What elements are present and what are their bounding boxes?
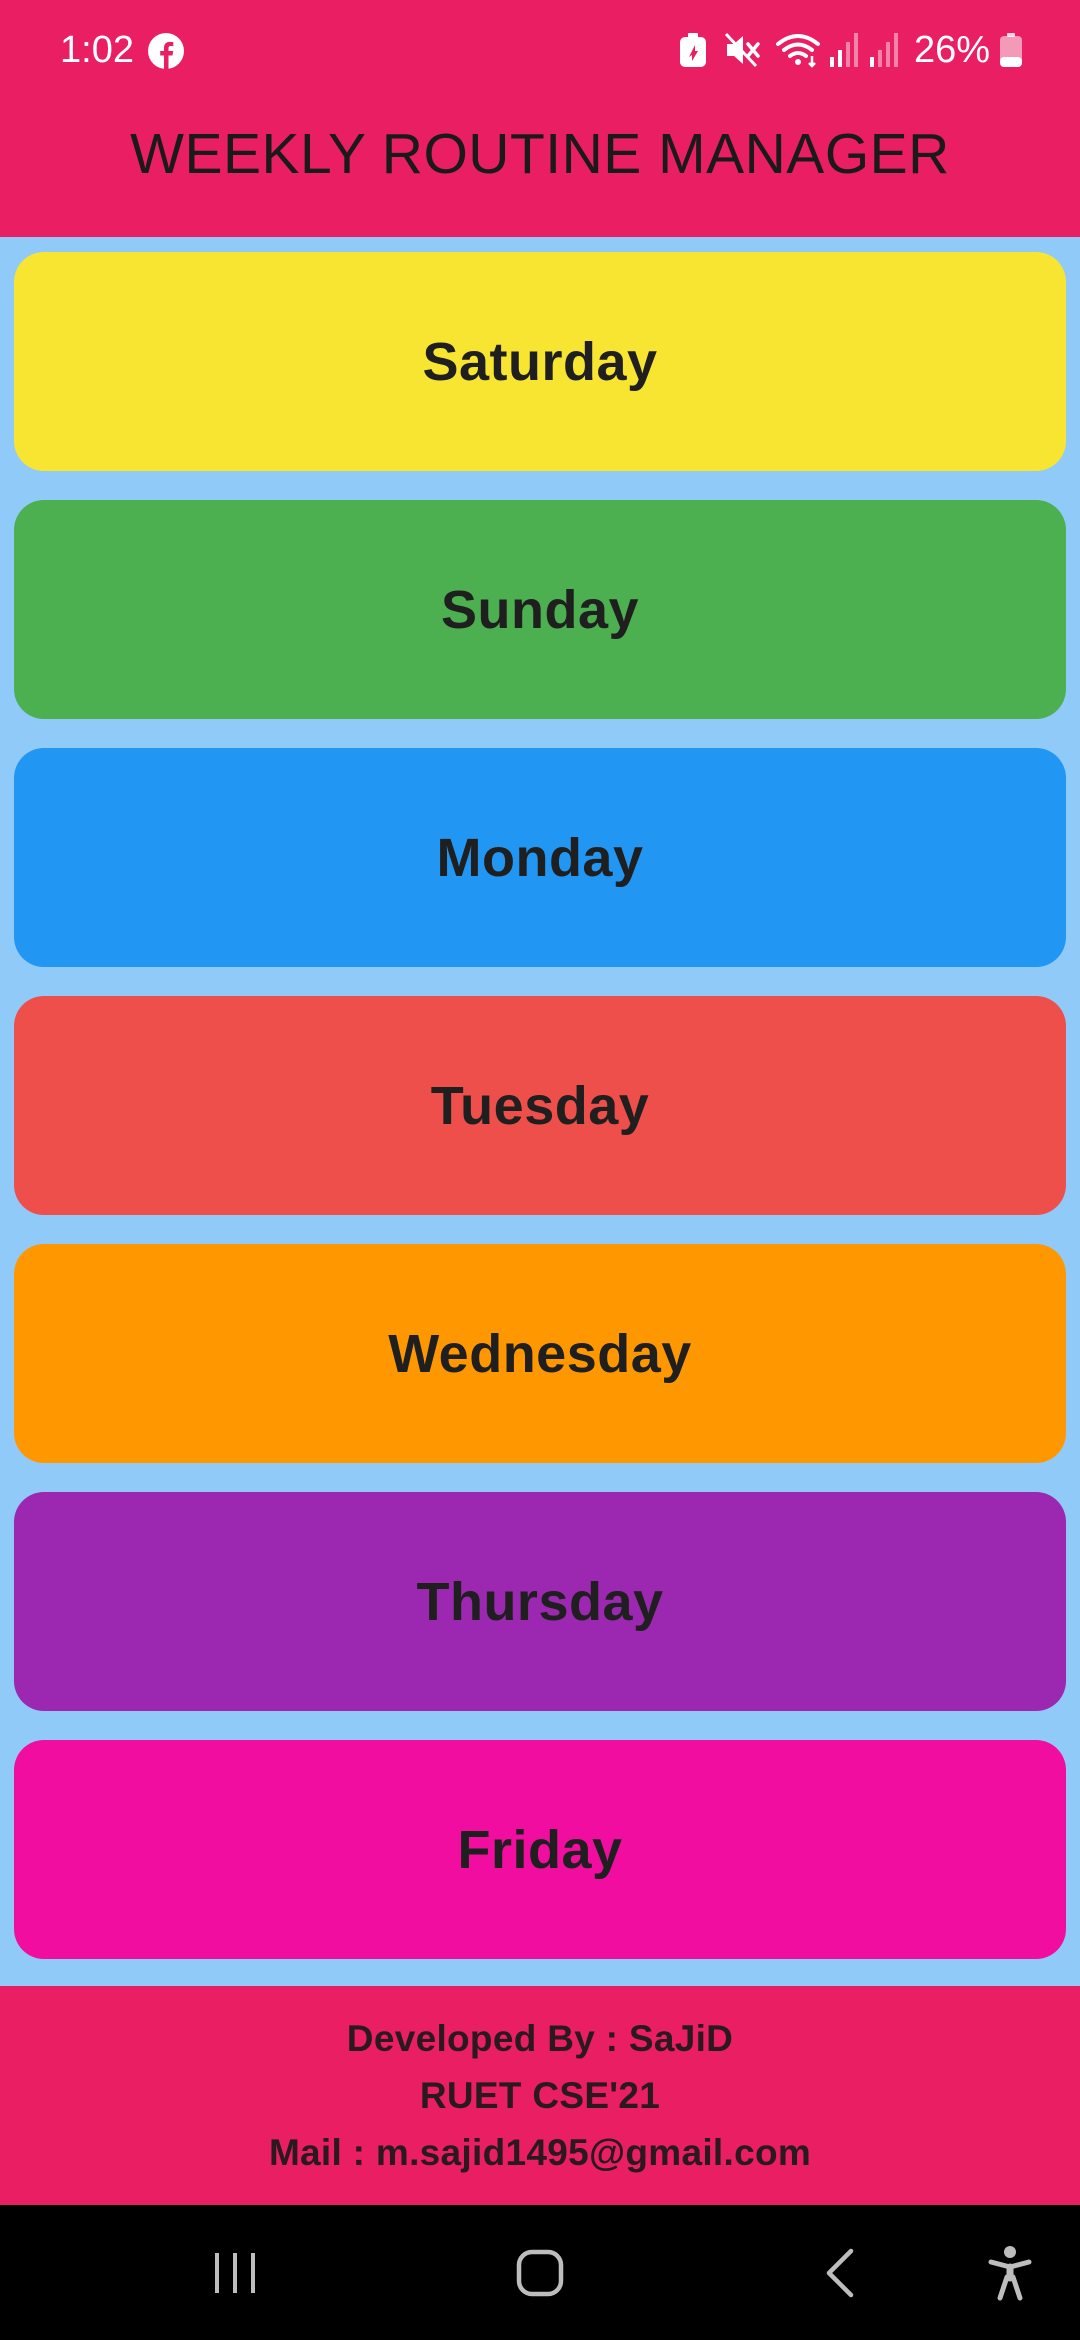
navigation-bar (0, 2205, 1080, 2340)
accessibility-icon[interactable] (975, 2205, 1045, 2340)
day-button-thursday[interactable]: Thursday (14, 1492, 1066, 1711)
day-button-sunday[interactable]: Sunday (14, 500, 1066, 719)
day-label: Monday (436, 827, 644, 888)
day-list: Saturday Sunday Monday Tuesday Wednesday… (14, 252, 1066, 1988)
back-icon[interactable] (800, 2205, 880, 2340)
day-label: Friday (457, 1819, 623, 1880)
facebook-icon (148, 33, 184, 69)
app-title: WEEKLY ROUTINE MANAGER (130, 122, 950, 186)
home-icon[interactable] (495, 2205, 585, 2340)
day-label: Saturday (422, 331, 658, 392)
recent-apps-icon[interactable] (190, 2205, 280, 2340)
mute-icon (724, 32, 762, 68)
day-label: Wednesday (388, 1323, 692, 1384)
day-button-tuesday[interactable]: Tuesday (14, 996, 1066, 1215)
day-button-saturday[interactable]: Saturday (14, 252, 1066, 471)
day-button-friday[interactable]: Friday (14, 1740, 1066, 1959)
day-label: Thursday (416, 1571, 664, 1632)
day-label: Tuesday (430, 1075, 650, 1136)
app-footer: Developed By : SaJiD RUET CSE'21 Mail : … (0, 1986, 1080, 2205)
day-button-wednesday[interactable]: Wednesday (14, 1244, 1066, 1463)
day-label: Sunday (440, 579, 640, 640)
wifi-icon (775, 32, 820, 68)
status-bar: 1:02 26% (0, 0, 1080, 100)
status-icons: 26% (679, 26, 1080, 74)
signal-icon (869, 33, 900, 67)
signal-icon (829, 33, 860, 67)
battery-saver-icon (679, 33, 706, 67)
status-time: 1:02 (60, 29, 134, 71)
developer-credit: Developed By : SaJiD (346, 2018, 734, 2059)
institution-text: RUET CSE'21 (419, 2075, 661, 2116)
battery-percent: 26% (913, 29, 990, 71)
app-header: 1:02 26% WEEKLY ROUTINE MANAGER (0, 0, 1080, 237)
battery-icon (1000, 33, 1022, 67)
day-button-monday[interactable]: Monday (14, 748, 1066, 967)
contact-mail: Mail : m.sajid1495@gmail.com (268, 2132, 812, 2173)
